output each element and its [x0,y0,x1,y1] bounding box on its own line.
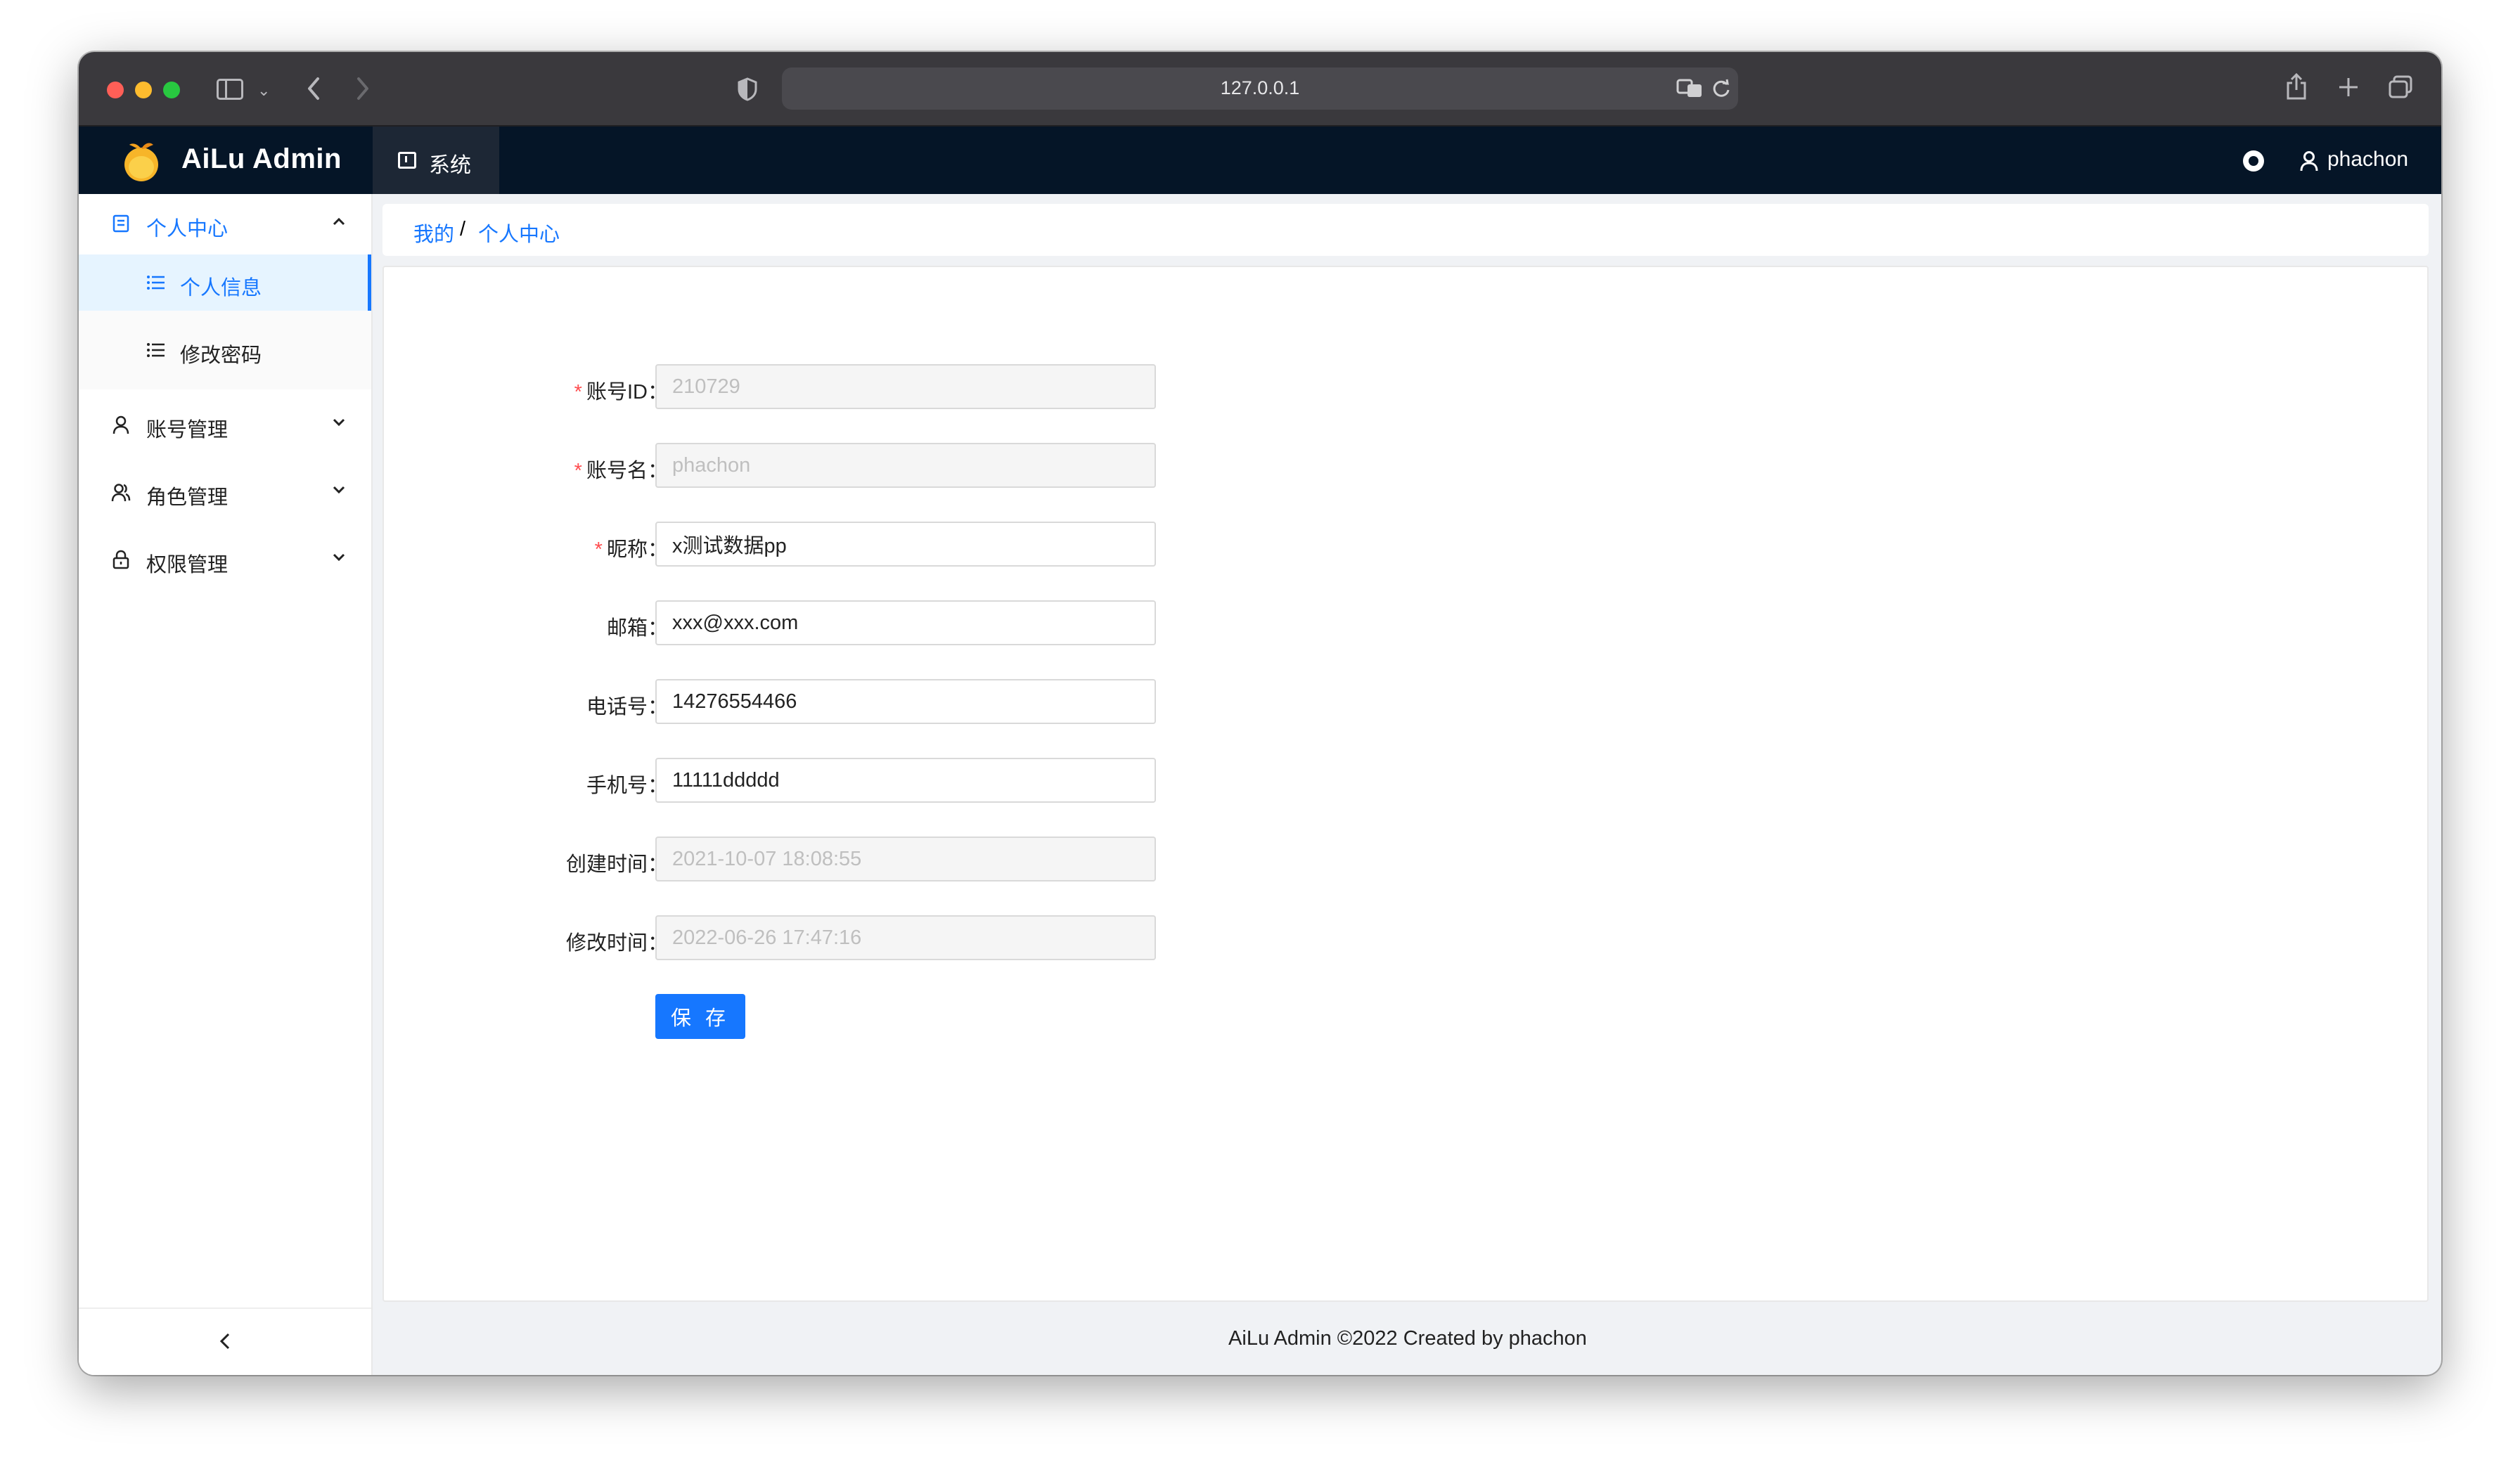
save-button[interactable]: 保 存 [655,994,745,1039]
sidebar: 个人中心 个人信息 修改密码 账号管理 角色管理 权限管理 [79,194,373,1375]
reload-icon[interactable] [1711,79,1731,98]
tab-overview-icon[interactable] [2388,75,2413,100]
form-row-phone: 电话号： [384,679,1228,724]
team-icon [111,484,131,502]
tab-system-label: 系统 [429,154,471,177]
updated-at-input [655,915,1156,960]
form-row-mobile: 手机号： [384,758,1228,803]
field-label: *账号名： [574,460,668,482]
sidebar-group-label: 账号管理 [146,419,229,441]
list-icon [147,343,165,357]
form-row-account-id: *账号ID： [384,364,1228,409]
app-header: AiLu Admin 系统 phachon [79,127,2441,194]
profile-card-icon [112,214,129,233]
account-id-input [655,364,1156,409]
lock-icon [112,550,129,569]
github-icon[interactable] [2243,150,2264,172]
field-label: 创建时间： [565,853,668,876]
breadcrumb-item-personal-center[interactable]: 个人中心 [478,218,560,247]
chevron-down-icon [333,553,345,562]
tab-system[interactable]: 系统 [373,127,499,194]
profile-form-card: *账号ID： *账号名： *昵称： 邮箱： 电话号： 手机号： 创建时间： 修 [382,266,2429,1302]
form-row-nickname: *昵称： [384,522,1228,567]
user-icon [112,415,129,434]
phone-input[interactable] [655,679,1156,724]
sidebar-group-roles[interactable]: 角色管理 [79,464,371,520]
translate-icon[interactable] [1676,77,1704,100]
chevron-left-icon [219,1333,230,1350]
sidebar-toggle-icon[interactable] [217,79,243,100]
share-icon[interactable] [2285,73,2308,101]
minimize-window-button[interactable] [135,82,152,98]
breadcrumb-item-mine[interactable]: 我的 [413,218,454,247]
address-bar[interactable]: 127.0.0.1 [782,67,1738,110]
sidebar-group-label: 权限管理 [146,554,229,576]
sidebar-item-profile[interactable]: 个人信息 [79,254,371,311]
sidebar-group-label: 角色管理 [146,486,229,509]
chevron-down-icon [333,486,345,494]
chevron-up-icon [333,217,345,226]
required-mark: * [574,381,582,403]
form-row-updated-at: 修改时间： [384,915,1228,960]
field-label: 修改时间： [565,932,668,955]
user-icon[interactable] [2299,150,2319,172]
sidebar-submenu: 个人信息 修改密码 [79,254,371,389]
form-row-created-at: 创建时间： [384,837,1228,881]
browser-toolbar: ⌄ 127.0.0.1 [79,52,2441,127]
browser-window: ⌄ 127.0.0.1 AiLu Admin 系统 phachon 个人中心 个… [79,52,2441,1375]
page-footer: AiLu Admin ©2022 Created by phachon [1228,1327,1587,1350]
url-text: 127.0.0.1 [1220,77,1300,98]
close-window-button[interactable] [107,82,124,98]
sidebar-item-label: 个人信息 [180,277,262,299]
new-tab-icon[interactable] [2337,76,2360,98]
sidebar-collapse-button[interactable] [79,1307,371,1375]
field-label: *账号ID： [574,381,668,403]
chevron-down-icon [333,418,345,427]
sidebar-item-change-password[interactable]: 修改密码 [79,322,371,378]
sidebar-group-personal-center[interactable]: 个人中心 [79,195,371,252]
form-row-email: 邮箱： [384,600,1228,645]
breadcrumb-separator: / [460,218,466,240]
mobile-input[interactable] [655,758,1156,803]
email-input[interactable] [655,600,1156,645]
privacy-shield-icon[interactable] [737,77,758,101]
required-mark: * [594,538,603,561]
nickname-input[interactable] [655,522,1156,567]
breadcrumb: 我的 / 个人中心 [382,204,2429,256]
user-name[interactable]: phachon [2327,148,2408,172]
sidebar-group-permissions[interactable]: 权限管理 [79,531,371,588]
chevron-down-icon[interactable]: ⌄ [257,79,270,103]
orange-logo-icon[interactable] [121,139,162,183]
maximize-window-button[interactable] [163,82,180,98]
list-icon [147,276,165,290]
forward-icon[interactable] [354,76,371,101]
sidebar-group-label: 个人中心 [146,218,229,240]
account-name-input [655,443,1156,488]
app-title[interactable]: AiLu Admin [181,143,342,175]
created-at-input [655,837,1156,881]
form-row-actions: 保 存 [384,994,1228,1039]
required-mark: * [574,460,582,482]
back-icon[interactable] [305,76,322,101]
form-row-account-name: *账号名： [384,443,1228,488]
sidebar-group-accounts[interactable]: 账号管理 [79,396,371,453]
sidebar-item-label: 修改密码 [180,344,262,367]
calendar-icon [398,152,416,169]
